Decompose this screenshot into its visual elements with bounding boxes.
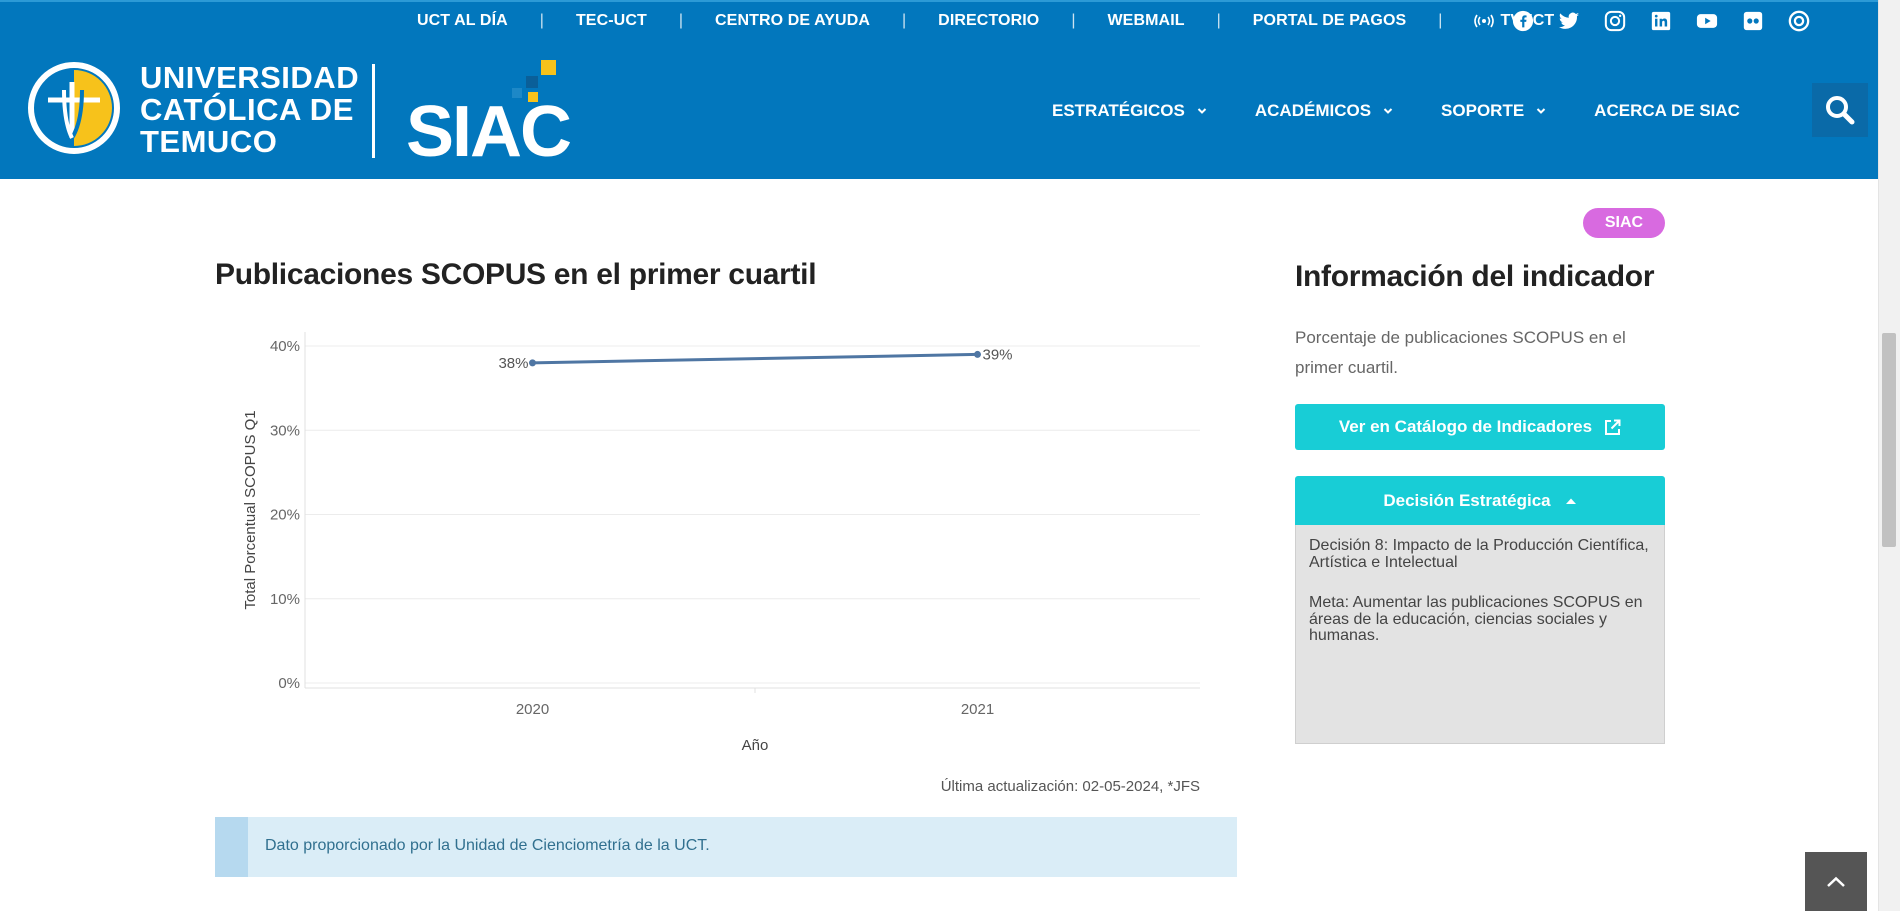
university-name: UNIVERSIDAD CATÓLICA DE TEMUCO xyxy=(140,62,359,158)
y-tick-label: 20% xyxy=(270,507,300,524)
topnav-tec-uct[interactable]: TEC-UCT xyxy=(576,12,647,30)
view-catalog-button[interactable]: Ver en Catálogo de Indicadores xyxy=(1295,404,1665,450)
brand-line-2: CATÓLICA DE xyxy=(140,92,354,127)
nav-academicos[interactable]: ACADÉMICOS xyxy=(1255,101,1393,121)
back-to-top-button[interactable] xyxy=(1805,852,1867,911)
external-link-icon xyxy=(1605,419,1621,435)
facebook-icon[interactable] xyxy=(1511,9,1535,33)
y-tick-label: 30% xyxy=(270,422,300,439)
strategic-decision-label: Decisión Estratégica xyxy=(1383,490,1551,510)
chevron-up-icon xyxy=(1827,876,1845,887)
siac-logo[interactable]: SIAC xyxy=(406,60,586,160)
separator: | xyxy=(678,12,684,29)
nav-estrategicos[interactable]: ESTRATÉGICOS xyxy=(1052,101,1207,121)
instagram-icon[interactable] xyxy=(1603,9,1627,33)
brand-line-1: UNIVERSIDAD xyxy=(140,60,360,95)
separator: | xyxy=(539,12,544,29)
caret-up-icon xyxy=(1565,498,1576,504)
y-tick-label: 10% xyxy=(270,591,300,608)
topnav-portal-de-pagos[interactable]: PORTAL DE PAGOS xyxy=(1253,12,1407,30)
data-label: 38% xyxy=(498,355,528,372)
nav-acerca-label: ACERCA DE SIAC xyxy=(1594,100,1740,120)
y-axis-title: Total Porcentual SCOPUS Q1 xyxy=(242,410,259,609)
nav-estrategicos-label: ESTRATÉGICOS xyxy=(1052,100,1185,120)
y-tick-label: 40% xyxy=(270,338,300,355)
chart-title: Publicaciones SCOPUS en el primer cuarti… xyxy=(215,258,817,291)
flickr-icon[interactable] xyxy=(1741,9,1765,33)
plot-area xyxy=(305,332,1200,688)
data-point xyxy=(974,350,981,358)
nav-academicos-label: ACADÉMICOS xyxy=(1254,100,1372,120)
broadcast-icon xyxy=(1474,14,1495,28)
data-label: 39% xyxy=(983,346,1013,363)
separator: | xyxy=(902,12,907,29)
siac-logo-text: SIAC xyxy=(406,92,571,160)
line-chart: 0% 10% 20% 30% 40% 2020 2021 38% 39% Año Total Por… xyxy=(242,332,1200,754)
logo-divider xyxy=(372,64,375,158)
linkedin-icon[interactable] xyxy=(1649,9,1673,33)
view-catalog-label: Ver en Catálogo de Indicadores xyxy=(1338,417,1593,436)
y-tick-label: 0% xyxy=(278,675,300,692)
youtube-icon[interactable] xyxy=(1695,9,1719,33)
separator: | xyxy=(1438,12,1443,29)
strategic-decision-panel: Decisión 8: Impacto de la Producción Cie… xyxy=(1295,525,1665,744)
chevron-down-icon xyxy=(1197,107,1207,114)
topnav-webmail[interactable]: WEBMAIL xyxy=(1107,12,1184,30)
last-updated: Última actualización: 02-05-2024, *JFS xyxy=(940,778,1200,795)
top-navigation: UCT AL DÍA | TEC-UCT | CENTRO DE AYUDA |… xyxy=(417,0,1554,42)
x-tick-label: 2020 xyxy=(516,701,549,718)
data-point xyxy=(529,359,536,367)
university-logo-icon[interactable] xyxy=(28,62,120,154)
search-button[interactable] xyxy=(1812,83,1868,137)
indicator-info-title: Información del indicador xyxy=(1295,260,1655,293)
separator: | xyxy=(1216,12,1221,29)
main-navigation: ESTRATÉGICOS ACADÉMICOS SOPORTE ACERCA D… xyxy=(1052,42,1788,179)
note-text: Dato proporcionado por la Unidad de Cien… xyxy=(265,837,710,854)
topnav-centro-de-ayuda[interactable]: CENTRO DE AYUDA xyxy=(715,12,870,30)
x-tick-label: 2021 xyxy=(961,701,994,718)
topnav-directorio[interactable]: DIRECTORIO xyxy=(938,12,1039,30)
twitter-icon[interactable] xyxy=(1557,9,1581,33)
meta-text: Meta: Aumentar las publicaciones SCOPUS … xyxy=(1309,594,1643,644)
nav-soporte-label: SOPORTE xyxy=(1441,100,1525,120)
note-accent-bar xyxy=(215,817,248,877)
data-source-note: Dato proporcionado por la Unidad de Cien… xyxy=(215,817,1237,877)
social-links xyxy=(1511,0,1833,42)
x-axis-title: Año xyxy=(742,737,769,754)
nav-acerca-de-siac[interactable]: ACERCA DE SIAC xyxy=(1594,101,1740,121)
chevron-down-icon xyxy=(1383,107,1393,114)
indicator-description: Porcentaje de publicaciones SCOPUS en el… xyxy=(1295,328,1626,377)
search-icon xyxy=(1826,96,1855,125)
separator: | xyxy=(1071,12,1076,29)
chevron-down-icon xyxy=(1536,107,1546,114)
strategic-decision-toggle[interactable]: Decisión Estratégica xyxy=(1295,476,1665,525)
nav-soporte[interactable]: SOPORTE xyxy=(1441,101,1546,121)
decision-text: Decisión 8: Impacto de la Producción Cie… xyxy=(1309,537,1649,571)
siac-badge[interactable]: SIAC xyxy=(1583,208,1665,238)
brand-line-3: TEMUCO xyxy=(140,124,278,159)
page-scrollbar-thumb[interactable] xyxy=(1882,333,1896,547)
topnav-uct-al-dia[interactable]: UCT AL DÍA xyxy=(417,12,508,30)
issuu-icon[interactable] xyxy=(1787,9,1811,33)
